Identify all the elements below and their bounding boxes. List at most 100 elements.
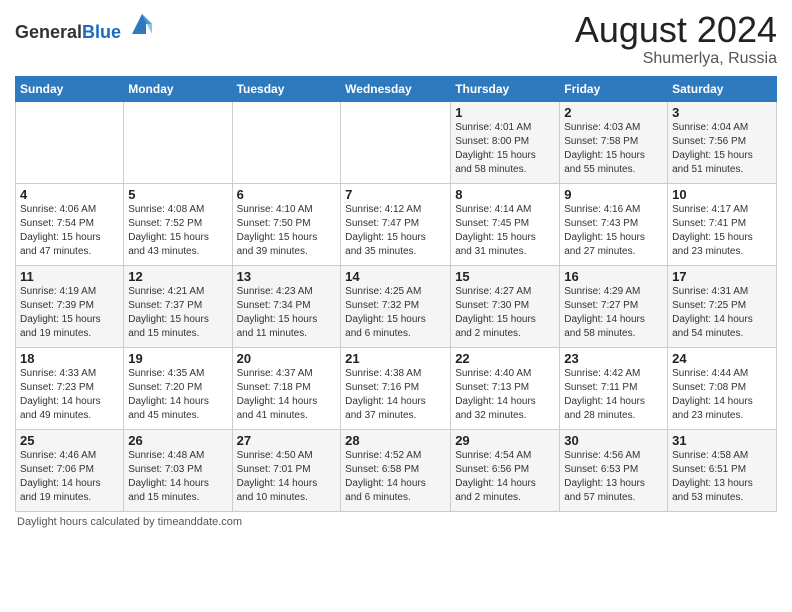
calendar-cell: 23Sunrise: 4:42 AM Sunset: 7:11 PM Dayli… [560, 347, 668, 429]
calendar-cell: 19Sunrise: 4:35 AM Sunset: 7:20 PM Dayli… [124, 347, 232, 429]
day-info: Sunrise: 4:42 AM Sunset: 7:11 PM Dayligh… [564, 367, 663, 423]
logo-text-block: GeneralBlue [15, 10, 156, 43]
page-container: GeneralBlue August 2024 Shumerlya, Russi… [0, 0, 792, 533]
day-info: Sunrise: 4:21 AM Sunset: 7:37 PM Dayligh… [128, 285, 227, 341]
day-number: 21 [345, 351, 446, 366]
calendar-cell: 3Sunrise: 4:04 AM Sunset: 7:56 PM Daylig… [668, 101, 777, 183]
day-info: Sunrise: 4:27 AM Sunset: 7:30 PM Dayligh… [455, 285, 555, 341]
day-info: Sunrise: 4:04 AM Sunset: 7:56 PM Dayligh… [672, 121, 772, 177]
day-info: Sunrise: 4:46 AM Sunset: 7:06 PM Dayligh… [20, 449, 119, 505]
day-info: Sunrise: 4:06 AM Sunset: 7:54 PM Dayligh… [20, 203, 119, 259]
calendar-cell: 18Sunrise: 4:33 AM Sunset: 7:23 PM Dayli… [16, 347, 124, 429]
day-number: 11 [20, 269, 119, 284]
month-year-title: August 2024 [575, 10, 777, 50]
day-number: 25 [20, 433, 119, 448]
day-number: 28 [345, 433, 446, 448]
calendar-cell: 27Sunrise: 4:50 AM Sunset: 7:01 PM Dayli… [232, 429, 341, 511]
day-header-friday: Friday [560, 76, 668, 101]
calendar-cell [124, 101, 232, 183]
day-number: 8 [455, 187, 555, 202]
calendar-cell: 26Sunrise: 4:48 AM Sunset: 7:03 PM Dayli… [124, 429, 232, 511]
day-number: 10 [672, 187, 772, 202]
day-number: 29 [455, 433, 555, 448]
calendar-cell [16, 101, 124, 183]
day-info: Sunrise: 4:54 AM Sunset: 6:56 PM Dayligh… [455, 449, 555, 505]
calendar-cell: 16Sunrise: 4:29 AM Sunset: 7:27 PM Dayli… [560, 265, 668, 347]
week-row-3: 11Sunrise: 4:19 AM Sunset: 7:39 PM Dayli… [16, 265, 777, 347]
day-number: 3 [672, 105, 772, 120]
day-header-wednesday: Wednesday [341, 76, 451, 101]
day-number: 22 [455, 351, 555, 366]
day-info: Sunrise: 4:50 AM Sunset: 7:01 PM Dayligh… [237, 449, 337, 505]
day-info: Sunrise: 4:17 AM Sunset: 7:41 PM Dayligh… [672, 203, 772, 259]
logo-icon [128, 10, 156, 38]
day-info: Sunrise: 4:10 AM Sunset: 7:50 PM Dayligh… [237, 203, 337, 259]
day-info: Sunrise: 4:08 AM Sunset: 7:52 PM Dayligh… [128, 203, 227, 259]
calendar-cell: 24Sunrise: 4:44 AM Sunset: 7:08 PM Dayli… [668, 347, 777, 429]
day-info: Sunrise: 4:38 AM Sunset: 7:16 PM Dayligh… [345, 367, 446, 423]
days-header-row: SundayMondayTuesdayWednesdayThursdayFrid… [16, 76, 777, 101]
day-info: Sunrise: 4:40 AM Sunset: 7:13 PM Dayligh… [455, 367, 555, 423]
calendar-cell: 30Sunrise: 4:56 AM Sunset: 6:53 PM Dayli… [560, 429, 668, 511]
day-number: 13 [237, 269, 337, 284]
calendar-cell: 29Sunrise: 4:54 AM Sunset: 6:56 PM Dayli… [451, 429, 560, 511]
day-info: Sunrise: 4:52 AM Sunset: 6:58 PM Dayligh… [345, 449, 446, 505]
calendar-cell: 25Sunrise: 4:46 AM Sunset: 7:06 PM Dayli… [16, 429, 124, 511]
day-info: Sunrise: 4:23 AM Sunset: 7:34 PM Dayligh… [237, 285, 337, 341]
calendar-cell: 11Sunrise: 4:19 AM Sunset: 7:39 PM Dayli… [16, 265, 124, 347]
day-number: 16 [564, 269, 663, 284]
day-info: Sunrise: 4:12 AM Sunset: 7:47 PM Dayligh… [345, 203, 446, 259]
day-number: 7 [345, 187, 446, 202]
day-header-sunday: Sunday [16, 76, 124, 101]
week-row-4: 18Sunrise: 4:33 AM Sunset: 7:23 PM Dayli… [16, 347, 777, 429]
day-number: 27 [237, 433, 337, 448]
day-number: 15 [455, 269, 555, 284]
day-info: Sunrise: 4:37 AM Sunset: 7:18 PM Dayligh… [237, 367, 337, 423]
day-number: 17 [672, 269, 772, 284]
calendar-cell: 4Sunrise: 4:06 AM Sunset: 7:54 PM Daylig… [16, 183, 124, 265]
day-number: 14 [345, 269, 446, 284]
calendar-cell: 10Sunrise: 4:17 AM Sunset: 7:41 PM Dayli… [668, 183, 777, 265]
day-info: Sunrise: 4:44 AM Sunset: 7:08 PM Dayligh… [672, 367, 772, 423]
day-number: 12 [128, 269, 227, 284]
day-header-saturday: Saturday [668, 76, 777, 101]
day-number: 18 [20, 351, 119, 366]
week-row-2: 4Sunrise: 4:06 AM Sunset: 7:54 PM Daylig… [16, 183, 777, 265]
day-number: 31 [672, 433, 772, 448]
day-info: Sunrise: 4:48 AM Sunset: 7:03 PM Dayligh… [128, 449, 227, 505]
day-number: 4 [20, 187, 119, 202]
day-info: Sunrise: 4:14 AM Sunset: 7:45 PM Dayligh… [455, 203, 555, 259]
week-row-5: 25Sunrise: 4:46 AM Sunset: 7:06 PM Dayli… [16, 429, 777, 511]
calendar-cell [232, 101, 341, 183]
calendar-cell: 6Sunrise: 4:10 AM Sunset: 7:50 PM Daylig… [232, 183, 341, 265]
day-number: 9 [564, 187, 663, 202]
calendar-cell: 20Sunrise: 4:37 AM Sunset: 7:18 PM Dayli… [232, 347, 341, 429]
calendar-cell: 14Sunrise: 4:25 AM Sunset: 7:32 PM Dayli… [341, 265, 451, 347]
location-subtitle: Shumerlya, Russia [575, 50, 777, 68]
day-header-thursday: Thursday [451, 76, 560, 101]
day-number: 30 [564, 433, 663, 448]
calendar-cell: 9Sunrise: 4:16 AM Sunset: 7:43 PM Daylig… [560, 183, 668, 265]
day-number: 23 [564, 351, 663, 366]
calendar-cell [341, 101, 451, 183]
calendar-cell: 15Sunrise: 4:27 AM Sunset: 7:30 PM Dayli… [451, 265, 560, 347]
day-info: Sunrise: 4:56 AM Sunset: 6:53 PM Dayligh… [564, 449, 663, 505]
day-number: 5 [128, 187, 227, 202]
calendar-cell: 17Sunrise: 4:31 AM Sunset: 7:25 PM Dayli… [668, 265, 777, 347]
calendar-cell: 8Sunrise: 4:14 AM Sunset: 7:45 PM Daylig… [451, 183, 560, 265]
day-number: 1 [455, 105, 555, 120]
logo: GeneralBlue [15, 10, 156, 43]
day-number: 26 [128, 433, 227, 448]
daylight-label-suffix: calculated by timeanddate.com [90, 516, 242, 528]
calendar-cell: 1Sunrise: 4:01 AM Sunset: 8:00 PM Daylig… [451, 101, 560, 183]
day-number: 2 [564, 105, 663, 120]
calendar-cell: 22Sunrise: 4:40 AM Sunset: 7:13 PM Dayli… [451, 347, 560, 429]
day-info: Sunrise: 4:19 AM Sunset: 7:39 PM Dayligh… [20, 285, 119, 341]
day-header-monday: Monday [124, 76, 232, 101]
title-block: August 2024 Shumerlya, Russia [575, 10, 777, 68]
day-number: 6 [237, 187, 337, 202]
day-number: 20 [237, 351, 337, 366]
day-info: Sunrise: 4:31 AM Sunset: 7:25 PM Dayligh… [672, 285, 772, 341]
calendar-table: SundayMondayTuesdayWednesdayThursdayFrid… [15, 76, 777, 512]
week-row-1: 1Sunrise: 4:01 AM Sunset: 8:00 PM Daylig… [16, 101, 777, 183]
